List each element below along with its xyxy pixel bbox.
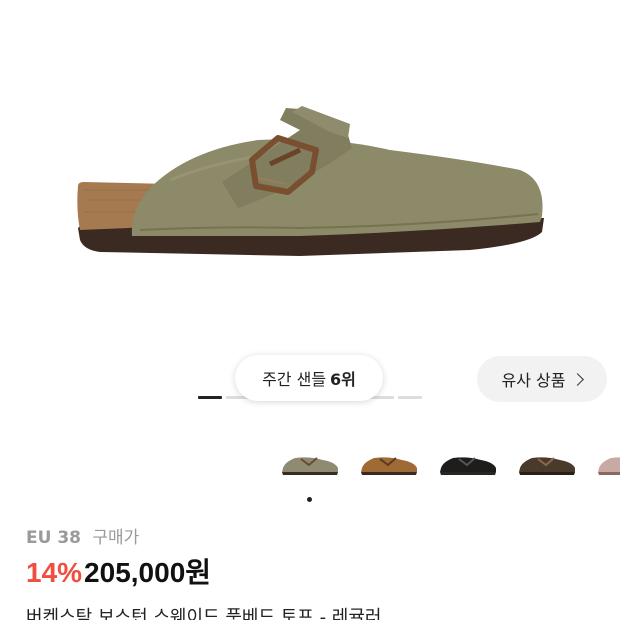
price-info: 14%205,000원 [26, 556, 211, 590]
clog-shoe-image [77, 106, 544, 256]
carousel-indicator [398, 396, 422, 399]
color-option-thumbnail[interactable] [437, 448, 499, 478]
color-option-thumbnail[interactable] [516, 448, 578, 478]
thumbnail-page-dot [307, 497, 312, 502]
color-option-thumbnail[interactable] [279, 448, 341, 478]
rank-category-label: 주간 샌들 [262, 370, 327, 389]
color-option-thumbnail[interactable] [358, 448, 420, 478]
similar-products-button[interactable]: 유사 상품 [477, 356, 607, 402]
size-info: EU 38 구매가 [26, 527, 139, 549]
product-title: 버켄스탁 보스턴 스웨이드 풋베드 토프 - 레귤러 [26, 607, 382, 620]
color-option-thumbnail[interactable] [595, 448, 620, 478]
product-image[interactable] [0, 0, 620, 352]
rank-value: 6위 [330, 370, 356, 389]
price-value: 205,000원 [84, 557, 212, 588]
discount-rate: 14% [26, 557, 83, 588]
price-type-label: 구매가 [92, 528, 140, 548]
chevron-right-icon [571, 373, 585, 386]
weekly-rank-badge[interactable]: 주간 샌들 6위 [235, 355, 383, 401]
carousel-indicator-active [198, 396, 222, 399]
product-detail-page: 주간 샌들 6위 유사 상품 EU 38 구매가 14%205,000원 버켄스… [0, 0, 620, 620]
size-label: EU 38 [26, 528, 81, 548]
similar-products-label: 유사 상품 [501, 371, 566, 390]
